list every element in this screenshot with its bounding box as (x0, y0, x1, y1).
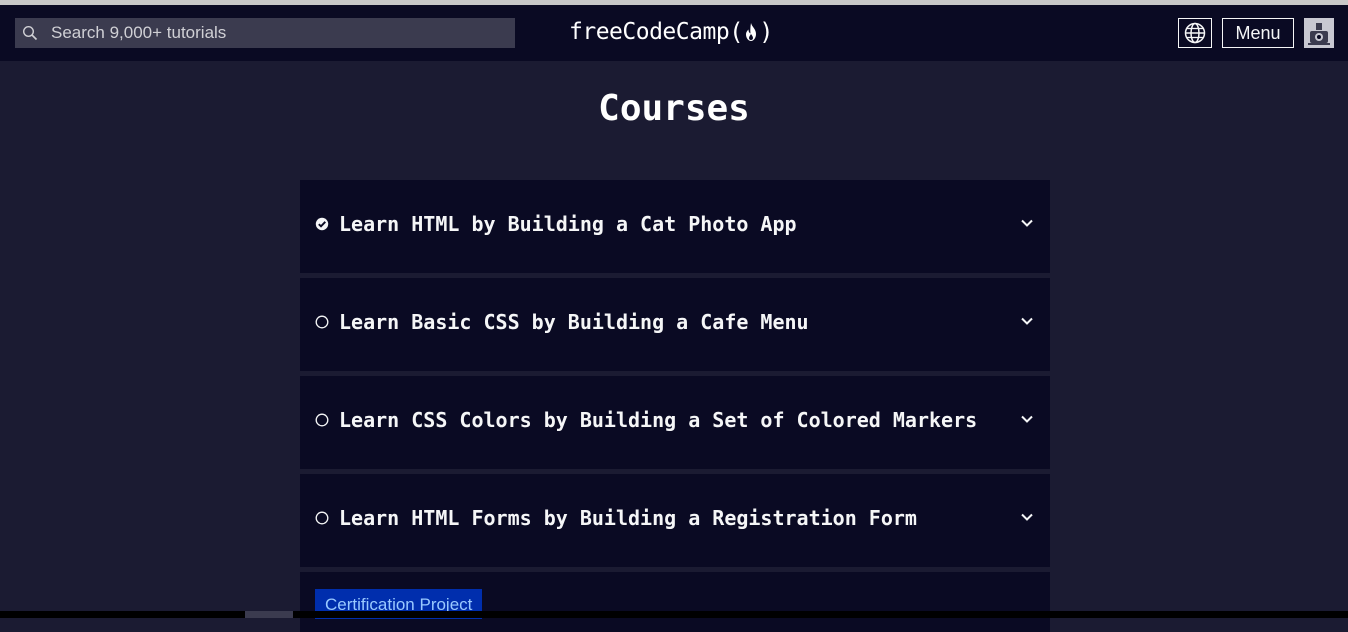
course-item[interactable]: Learn Basic CSS by Building a Cafe Menu (300, 278, 1050, 371)
empty-circle-icon (315, 413, 329, 427)
horizontal-scrollbar[interactable] (0, 611, 1348, 618)
course-list: Learn HTML by Building a Cat Photo App L… (300, 180, 1050, 632)
page-title: Courses (598, 88, 750, 129)
course-title: Learn HTML by Building a Cat Photo App (339, 212, 797, 236)
chevron-down-icon (1021, 513, 1033, 521)
check-circle-icon (315, 217, 329, 231)
logo-open-paren: ( (729, 18, 744, 46)
empty-circle-icon (315, 511, 329, 525)
search-input[interactable] (51, 18, 506, 48)
course-item[interactable]: Learn CSS Colors by Building a Set of Co… (300, 376, 1050, 469)
avatar[interactable] (1304, 18, 1334, 48)
flame-icon (746, 23, 757, 41)
chevron-down-icon (1021, 219, 1033, 227)
certification-row: Certification Project (300, 572, 1050, 632)
logo-text: freeCodeCamp (569, 19, 730, 45)
language-button[interactable] (1178, 18, 1212, 48)
course-title: Learn CSS Colors by Building a Set of Co… (339, 408, 978, 432)
navbar: freeCodeCamp ( ) Menu (0, 5, 1348, 61)
scrollbar-thumb[interactable] (245, 611, 293, 618)
search-bar[interactable] (15, 18, 515, 48)
freecodecamp-logo[interactable]: freeCodeCamp ( ) (569, 17, 774, 47)
menu-button[interactable]: Menu (1222, 18, 1294, 48)
course-title: Learn HTML Forms by Building a Registrat… (339, 506, 917, 530)
chevron-down-icon (1021, 317, 1033, 325)
course-title: Learn Basic CSS by Building a Cafe Menu (339, 310, 809, 334)
search-icon (22, 25, 38, 41)
course-item[interactable]: Learn HTML by Building a Cat Photo App (300, 180, 1050, 273)
empty-circle-icon (315, 315, 329, 329)
globe-icon (1184, 22, 1206, 44)
logo-close-paren: ) (759, 18, 774, 46)
chevron-down-icon (1021, 415, 1033, 423)
course-item[interactable]: Learn HTML Forms by Building a Registrat… (300, 474, 1050, 567)
avatar-icon (1304, 18, 1334, 48)
